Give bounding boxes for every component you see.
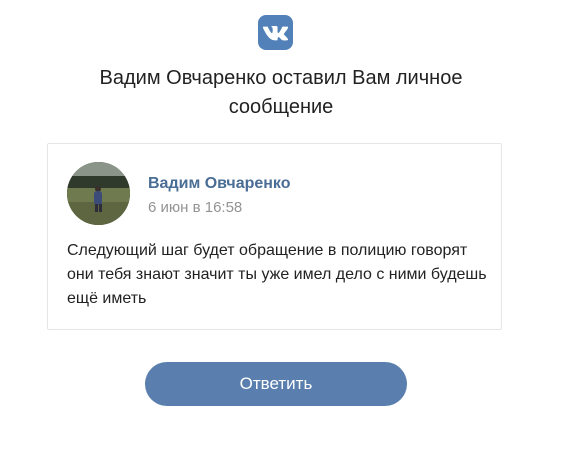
message-text: Следующий шаг будет обращение в полицию …	[67, 242, 487, 307]
message-timestamp: 6 июн в 16:58	[148, 199, 243, 216]
sender-avatar[interactable]	[67, 162, 130, 225]
reply-button[interactable]: Ответить	[145, 362, 407, 406]
vk-logo-glyph	[263, 25, 288, 40]
sender-name[interactable]: Вадим Овчаренко	[148, 175, 291, 193]
message-card: Вадим Овчаренко 6 июн в 16:58 Следующий …	[47, 143, 502, 330]
avatar-photo	[67, 162, 130, 225]
vk-logo-icon	[258, 15, 293, 50]
notification-headline: Вадим Овчаренко оставил Вам личное сообщ…	[99, 67, 463, 118]
